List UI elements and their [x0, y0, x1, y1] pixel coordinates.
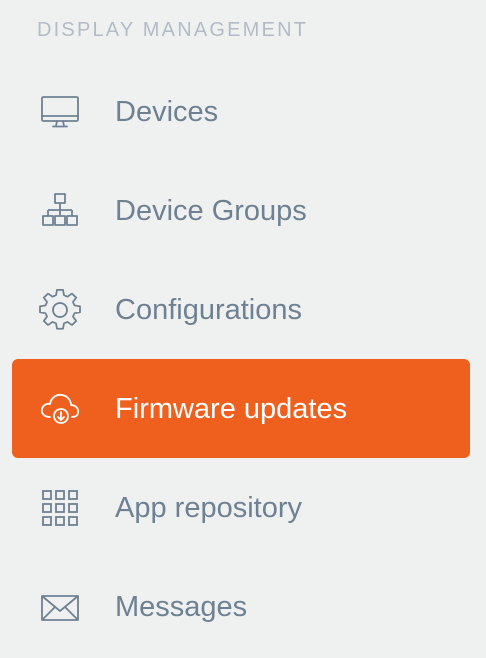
sidebar-item-messages[interactable]: Messages [12, 557, 470, 656]
grid-icon [39, 487, 81, 529]
envelope-icon [39, 586, 81, 628]
monitor-icon [39, 91, 81, 133]
sidebar-item-label: App repository [115, 492, 302, 524]
sidebar-item-label: Configurations [115, 294, 302, 326]
section-title: DISPLAY MANAGEMENT [37, 19, 309, 41]
sidebar-item-device-groups[interactable]: Device Groups [12, 161, 470, 260]
sidebar-item-label: Firmware updates [115, 393, 348, 425]
sidebar-item-devices[interactable]: Devices [12, 62, 470, 161]
gear-icon [39, 289, 81, 331]
sidebar-item-label: Devices [115, 96, 219, 128]
sidebar-item-configurations[interactable]: Configurations [12, 260, 470, 359]
cloud-download-icon [39, 388, 81, 430]
sidebar-item-app-repository[interactable]: App repository [12, 458, 470, 557]
sidebar-item-label: Device Groups [115, 195, 307, 227]
sidebar: DISPLAY MANAGEMENT Devices Device Groups… [0, 0, 486, 658]
sidebar-item-label: Messages [115, 591, 248, 623]
hierarchy-icon [39, 190, 81, 232]
sidebar-item-firmware-updates[interactable]: Firmware updates [12, 359, 470, 458]
